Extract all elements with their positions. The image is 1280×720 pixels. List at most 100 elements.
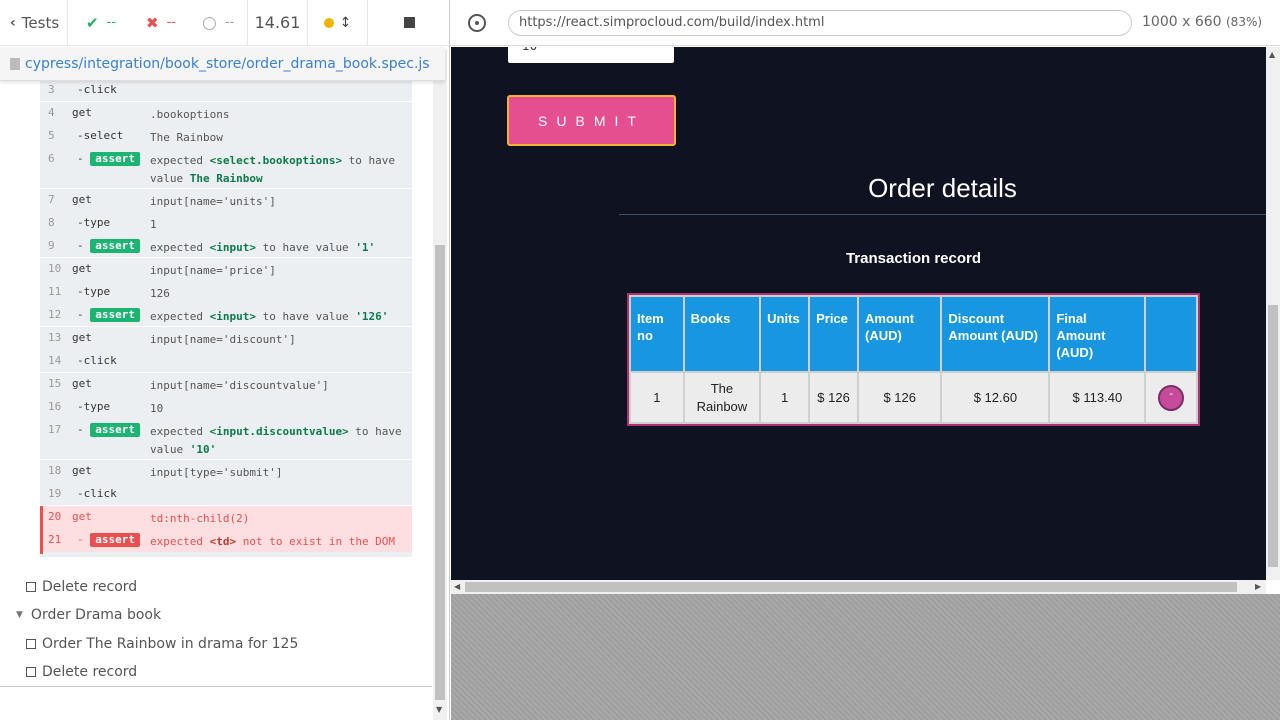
- assert-badge: assert: [90, 533, 140, 547]
- checkbox-icon: [26, 582, 36, 592]
- command-message: 1: [150, 218, 157, 231]
- test-item[interactable]: Order The Rainbow in drama for 125: [26, 630, 449, 658]
- command-message: input[name='price']: [150, 264, 276, 277]
- command-number: 13: [48, 331, 62, 344]
- command-get[interactable]: 13 get input[name='discount']: [40, 327, 412, 350]
- command-message: [150, 483, 410, 487]
- cell-amount: $ 126: [859, 373, 941, 422]
- command-name: -click: [77, 487, 117, 500]
- spec-file-path[interactable]: cypress/integration/book_store/order_dra…: [0, 47, 445, 81]
- submit-button[interactable]: SUBMIT: [507, 95, 676, 146]
- command-select[interactable]: 5 -select The Rainbow: [40, 125, 412, 148]
- command-number: 20: [48, 510, 62, 523]
- command-message: input[type='submit']: [150, 466, 283, 479]
- stop-button[interactable]: [368, 0, 449, 46]
- scroll-down-icon[interactable]: ▼: [436, 705, 442, 714]
- order-details-heading: Order details: [868, 173, 1017, 203]
- command-name: -click: [77, 354, 117, 367]
- chevron-left-icon: ‹: [10, 14, 16, 31]
- scrollbar-thumb[interactable]: [1268, 305, 1278, 567]
- command-name: get: [72, 510, 92, 523]
- command-assert[interactable]: 6 - assert expected <select.bookoptions> t…: [40, 148, 412, 189]
- command-name: -type: [77, 285, 111, 298]
- duration: 14.61: [248, 0, 308, 46]
- tests-button[interactable]: ‹ Tests: [0, 0, 68, 46]
- column-header-units: Units: [761, 297, 809, 371]
- pending-count: ○ --: [192, 0, 248, 46]
- command-number: 12: [48, 308, 62, 321]
- command-message: expected <input> to have value '126': [150, 304, 410, 326]
- message-part: expected: [150, 425, 210, 438]
- column-header-item-no: Item no: [631, 297, 683, 371]
- reporter-scrollbar[interactable]: ▲ ▼: [433, 49, 447, 720]
- command-name: get: [72, 262, 92, 275]
- auto-scroll-icon[interactable]: ↕: [340, 15, 352, 31]
- scrollbar-thumb[interactable]: [465, 582, 1237, 592]
- command-assert[interactable]: 21 - assert expected <td> not to exist in …: [40, 529, 412, 552]
- command-number: 15: [48, 377, 62, 390]
- command-number: 18: [48, 464, 62, 477]
- table-header-row: Item no Books Units Price Amount (AUD) D…: [631, 297, 1196, 371]
- failure-indicator: [40, 506, 43, 554]
- command-get[interactable]: 15 get input[name='discountvalue']: [40, 373, 412, 396]
- command-type[interactable]: 8 -type 1: [40, 212, 412, 235]
- command-message: .bookoptions: [150, 108, 230, 121]
- scroll-right-icon[interactable]: ▶: [1255, 582, 1261, 591]
- caret-down-icon: ▼: [16, 610, 23, 620]
- command-get[interactable]: 18 get input[type='submit']: [40, 460, 412, 483]
- viewport-info[interactable]: 1000 x 660 (83%): [1142, 14, 1262, 30]
- message-part: <select.bookoptions>: [209, 154, 343, 167]
- column-header-price: Price: [810, 297, 857, 371]
- cell-price: $ 126: [810, 373, 857, 422]
- command-name: - assert: [77, 423, 140, 437]
- command-get[interactable]: 10 get input[name='price']: [40, 258, 412, 281]
- selector-playground-icon[interactable]: [468, 14, 486, 32]
- command-list: 3 -click 4 get .bookoptions 5 -select The Rainb…: [40, 79, 412, 557]
- command-message: input[name='discount']: [150, 333, 296, 346]
- message-part: to have value: [255, 241, 356, 254]
- command-name: - assert: [77, 533, 140, 547]
- discount-value-input[interactable]: 10: [508, 47, 674, 63]
- command-message: expected <td> not to exist in the DOM: [150, 529, 410, 551]
- command-type[interactable]: 16 -type 10: [40, 396, 412, 419]
- assert-badge: assert: [90, 239, 140, 253]
- command-name: -type: [77, 216, 111, 229]
- command-assert[interactable]: 17 - assert expected <input.discountvalue>…: [40, 419, 412, 460]
- command-message: expected <input> to have value '1': [150, 235, 410, 257]
- file-icon: [10, 57, 20, 70]
- message-part: <input>: [209, 241, 256, 254]
- command-type[interactable]: 11 -type 126: [40, 281, 412, 304]
- cell-units: 1: [761, 373, 809, 422]
- suite-item[interactable]: ▼ Order Drama book: [16, 601, 448, 629]
- scroll-left-icon[interactable]: ◀: [454, 582, 460, 591]
- divider: [619, 214, 1266, 215]
- reporter-header: ‹ Tests ✔ -- ✖ -- ○ -- 14.61 ↕: [0, 0, 449, 46]
- checkbox-icon: [26, 667, 36, 677]
- test-item[interactable]: Delete record: [26, 658, 449, 686]
- command-get[interactable]: 20 get td:nth-child(2): [40, 506, 412, 529]
- command-click[interactable]: 14 -click: [40, 350, 412, 373]
- command-get[interactable]: 4 get .bookoptions: [40, 102, 412, 125]
- scrollbar-thumb[interactable]: [435, 245, 445, 700]
- app-horizontal-scrollbar[interactable]: ◀ ▶: [451, 580, 1266, 594]
- command-number: 16: [48, 400, 62, 413]
- command-click[interactable]: 19 -click: [40, 483, 412, 506]
- command-assert[interactable]: 9 - assert expected <input> to have value …: [40, 235, 412, 258]
- command-name: -click: [77, 83, 117, 96]
- delete-record-button[interactable]: -: [1158, 385, 1185, 411]
- command-click[interactable]: 3 -click: [40, 79, 412, 102]
- transaction-table: Item no Books Units Price Amount (AUD) D…: [627, 293, 1200, 426]
- test-item[interactable]: Delete record: [26, 573, 449, 601]
- scroll-up-icon[interactable]: ▲: [1269, 50, 1275, 59]
- message-part: '1': [355, 241, 376, 254]
- command-assert[interactable]: 12 - assert expected <input> to have value…: [40, 304, 412, 327]
- message-part: expected: [150, 154, 210, 167]
- command-number: 10: [48, 262, 62, 275]
- app-vertical-scrollbar[interactable]: ▲: [1266, 47, 1280, 580]
- command-get[interactable]: 7 get input[name='units']: [40, 189, 412, 212]
- url-field[interactable]: https://react.simprocloud.com/build/inde…: [508, 10, 1132, 36]
- message-part: The Rainbow: [189, 172, 263, 185]
- command-name: - assert: [77, 308, 140, 322]
- cell-item-no: 1: [631, 373, 683, 422]
- command-number: 21: [48, 533, 62, 546]
